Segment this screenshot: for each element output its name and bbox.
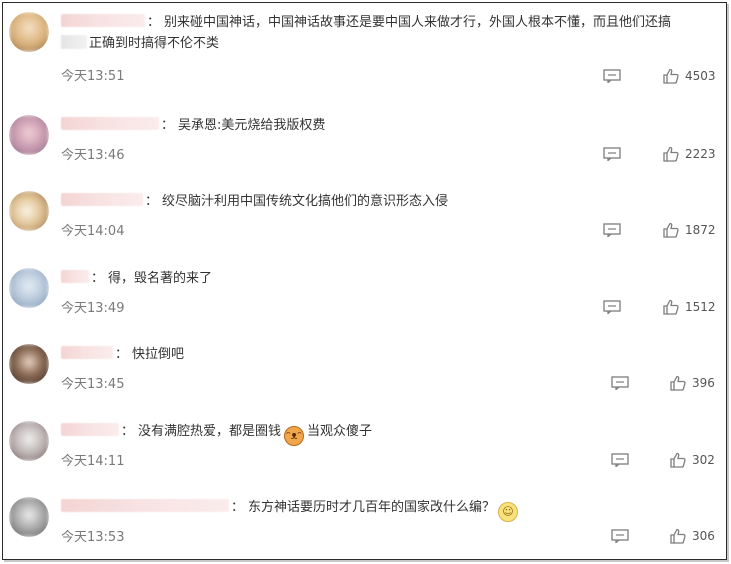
comment-body-continued: 正确到时搞得不伦不类 (89, 36, 220, 51)
avatar[interactable] (9, 497, 49, 537)
redacted-text (61, 35, 87, 49)
reply-icon[interactable] (603, 69, 621, 83)
reply-icon[interactable] (603, 300, 621, 314)
comment-text: ：绞尽脑汁利用中国传统文化搞他们的意识形态入侵 (61, 191, 721, 212)
comment-body: 没有满腔热爱，都是圈钱 (138, 424, 282, 439)
avatar[interactable] (9, 344, 49, 384)
colon: ： (115, 347, 129, 362)
comment-body: 得，毁名著的来了 (108, 271, 213, 286)
timestamp: 今天13:51 (61, 69, 125, 84)
comment-item: ：没有满腔热爱，都是圈钱 ᵔᴥᵔ 当观众傻子 今天14:11 302 (3, 412, 726, 488)
comment-item: ：快拉倒吧 今天13:45 396 (3, 335, 726, 411)
comment-body-after: 当观众傻子 (307, 424, 373, 439)
like-icon[interactable] (669, 374, 687, 392)
like-count: 1512 (685, 300, 716, 314)
timestamp: 今天14:11 (61, 454, 125, 469)
comment-item: ：吴承恩:美元烧给我版权费 今天13:46 2223 (3, 106, 726, 182)
avatar[interactable] (9, 421, 49, 461)
colon: ： (121, 424, 135, 439)
reply-icon[interactable] (611, 453, 629, 467)
avatar[interactable] (9, 115, 49, 155)
like-count: 302 (692, 453, 715, 467)
colon: ： (145, 194, 159, 209)
like-count: 4503 (685, 69, 716, 83)
timestamp: 今天13:49 (61, 301, 125, 316)
comment-item: ：绞尽脑汁利用中国传统文化搞他们的意识形态入侵 今天14:04 1872 (3, 182, 726, 258)
colon: ： (147, 15, 161, 30)
comment-text: ：快拉倒吧 (61, 344, 721, 365)
username[interactable] (61, 14, 145, 27)
comment-text: ：别来碰中国神话，中国神话故事还是要中国人来做才行，外国人根本不懂，而且他们还搞… (61, 12, 721, 54)
comment-body: 别来碰中国神话，中国神话故事还是要中国人来做才行，外国人根本不懂，而且他们还搞 (164, 15, 672, 30)
timestamp: 今天13:46 (61, 148, 125, 163)
avatar[interactable] (9, 12, 49, 52)
like-icon[interactable] (662, 221, 680, 239)
username[interactable] (61, 270, 89, 283)
username[interactable] (61, 193, 143, 206)
username[interactable] (61, 423, 119, 436)
username[interactable] (61, 117, 159, 130)
comment-text: ：没有满腔热爱，都是圈钱 ᵔᴥᵔ 当观众傻子 (61, 421, 721, 446)
username[interactable] (61, 499, 229, 512)
reply-icon[interactable] (611, 376, 629, 390)
like-icon[interactable] (669, 527, 687, 545)
comment-item: ：别来碰中国神话，中国神话故事还是要中国人来做才行，外国人根本不懂，而且他们还搞… (3, 3, 726, 84)
like-icon[interactable] (662, 298, 680, 316)
like-count: 2223 (685, 147, 716, 161)
username[interactable] (61, 346, 113, 359)
timestamp: 今天13:45 (61, 377, 125, 392)
comment-text: ：吴承恩:美元烧给我版权费 (61, 115, 721, 136)
like-count: 1872 (685, 223, 716, 237)
timestamp: 今天14:04 (61, 224, 125, 239)
reply-icon[interactable] (603, 147, 621, 161)
comment-body: 绞尽脑汁利用中国传统文化搞他们的意识形态入侵 (162, 194, 449, 209)
like-icon[interactable] (662, 67, 680, 85)
avatar[interactable] (9, 268, 49, 308)
like-icon[interactable] (662, 145, 680, 163)
comment-body: 吴承恩:美元烧给我版权费 (178, 118, 326, 133)
like-icon[interactable] (669, 451, 687, 469)
like-count: 396 (692, 376, 715, 390)
comment-text: ：东方神话要历时才几百年的国家改什么编？ ☺ (61, 497, 721, 522)
comment-item: ：东方神话要历时才几百年的国家改什么编？ ☺ 今天13:53 306 (3, 488, 726, 559)
reply-icon[interactable] (611, 529, 629, 543)
comment-item: ：得，毁名著的来了 今天13:49 1512 (3, 259, 726, 335)
like-count: 306 (692, 529, 715, 543)
colon: ： (231, 500, 245, 515)
colon: ： (161, 118, 175, 133)
cat-emoji-icon: ᵔᴥᵔ (284, 426, 305, 446)
timestamp: 今天13:53 (61, 530, 125, 545)
colon: ： (91, 271, 105, 286)
avatar[interactable] (9, 191, 49, 231)
smile-emoji-icon: ☺ (498, 502, 519, 522)
reply-icon[interactable] (603, 223, 621, 237)
comment-list: ：别来碰中国神话，中国神话故事还是要中国人来做才行，外国人根本不懂，而且他们还搞… (2, 2, 727, 560)
comment-text: ：得，毁名著的来了 (61, 268, 721, 289)
comment-body: 快拉倒吧 (132, 347, 185, 362)
comment-body: 东方神话要历时才几百年的国家改什么编？ (248, 500, 496, 515)
